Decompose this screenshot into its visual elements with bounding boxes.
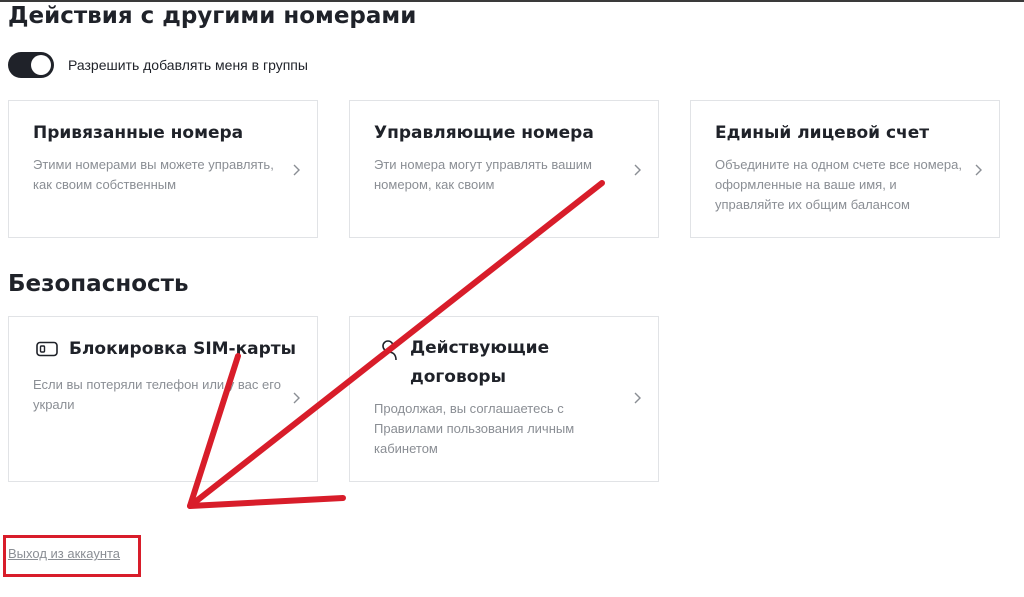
card-title: Единый лицевой счет xyxy=(715,123,930,143)
logout-link[interactable]: Выход из аккаунта xyxy=(8,546,120,561)
card-title: Привязанные номера xyxy=(33,123,244,143)
chevron-right-icon xyxy=(634,392,641,404)
section-title-actions: Действия с другими номерами xyxy=(8,3,417,29)
card-single-account[interactable]: Единый лицевой счет Объедините на одном … xyxy=(690,100,1000,238)
section-title-security: Безопасность xyxy=(8,271,189,297)
card-linked-numbers[interactable]: Привязанные номера Этими номерами вы мож… xyxy=(8,100,318,238)
sim-card-icon xyxy=(36,341,58,357)
card-title: Действующие договоры xyxy=(410,338,550,387)
chevron-right-icon xyxy=(634,164,641,176)
chevron-right-icon xyxy=(293,164,300,176)
card-contracts[interactable]: Действующие договоры Продолжая, вы согла… xyxy=(349,316,659,482)
toggle-knob xyxy=(31,55,51,75)
person-icon xyxy=(379,340,397,361)
annotation-arrow xyxy=(187,180,605,509)
group-permission-label: Разрешить добавлять меня в группы xyxy=(68,57,308,73)
card-managing-numbers[interactable]: Управляющие номера Эти номера могут упра… xyxy=(349,100,659,238)
card-description: Эти номера могут управлять вашим номером… xyxy=(374,157,592,192)
card-sim-block[interactable]: Блокировка SIM-карты Если вы потеряли те… xyxy=(8,316,318,482)
card-description: Если вы потеряли телефон или у вас его у… xyxy=(33,377,281,412)
group-permission-row: Разрешить добавлять меня в группы xyxy=(8,52,308,78)
card-description: Этими номерами вы можете управлять, как … xyxy=(33,157,274,192)
card-title: Управляющие номера xyxy=(374,123,594,143)
chevron-right-icon xyxy=(293,392,300,404)
chevron-right-icon xyxy=(975,164,982,176)
card-title: Блокировка SIM-карты xyxy=(69,339,297,359)
group-permission-toggle[interactable] xyxy=(8,52,54,78)
top-border xyxy=(0,0,1024,2)
card-description: Объедините на одном счете все номера, оф… xyxy=(715,157,962,212)
card-description: Продолжая, вы соглашаетесь с Правилами п… xyxy=(374,401,575,456)
